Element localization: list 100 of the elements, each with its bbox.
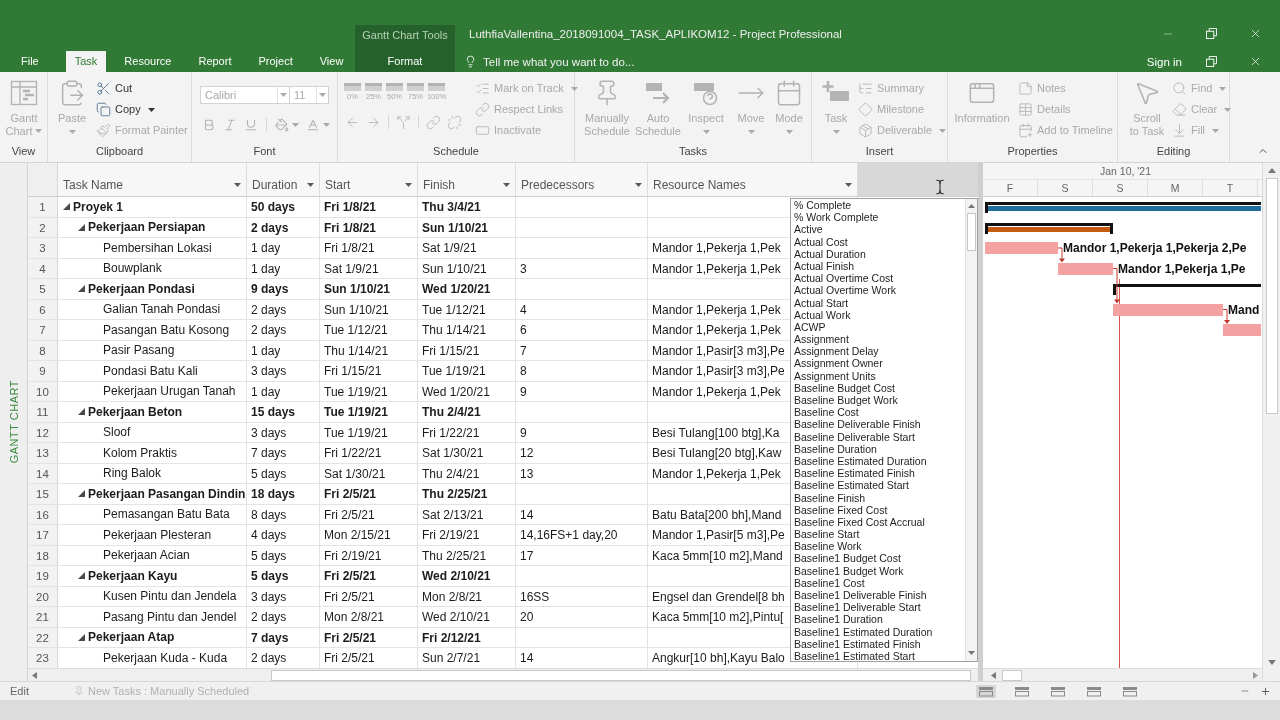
table-cell: Fri 2/12/21 bbox=[418, 627, 516, 647]
collapse-triangle-icon[interactable] bbox=[78, 223, 85, 231]
resource-label: Mandor 1,Pekerja 1,Pekerja 2,Pe bbox=[1063, 241, 1247, 255]
ribbon-tab[interactable]: Format bbox=[378, 51, 432, 72]
task-bar[interactable] bbox=[1113, 303, 1223, 316]
row-number: 12 bbox=[28, 422, 58, 442]
collapse-triangle-icon[interactable] bbox=[78, 633, 85, 641]
scroll-left-icon[interactable] bbox=[32, 671, 37, 679]
view-layout-icon[interactable] bbox=[1120, 684, 1140, 698]
table-cell: Tue 1/19/21 bbox=[320, 402, 418, 422]
view-layout-icon[interactable] bbox=[1012, 684, 1032, 698]
row-number: 5 bbox=[28, 279, 58, 299]
group-label: Clipboard bbox=[95, 144, 144, 159]
table-cell: Sun 1/10/21 bbox=[418, 258, 516, 278]
column-header[interactable]: Start bbox=[320, 163, 418, 196]
table-cell: Thu 2/4/21 bbox=[418, 402, 516, 422]
task-name: Pembersihan Lokasi bbox=[103, 239, 212, 257]
ribbon-button[interactable]: Copy bbox=[96, 99, 188, 120]
collapse-triangle-icon[interactable] bbox=[78, 285, 85, 293]
close-icon[interactable] bbox=[1249, 55, 1262, 68]
task-name: Ring Balok bbox=[103, 465, 162, 483]
task-name: Pekerjaan Beton bbox=[88, 403, 183, 421]
ribbon-tab[interactable]: Project bbox=[249, 51, 302, 72]
split-icon bbox=[396, 114, 411, 130]
ribbon-tab[interactable]: View bbox=[310, 51, 353, 72]
scrollbar-thumb[interactable] bbox=[271, 669, 971, 681]
note-icon bbox=[1018, 81, 1033, 96]
row-number: 22 bbox=[28, 627, 58, 647]
ribbon-tab[interactable]: File bbox=[12, 51, 48, 72]
caret-icon bbox=[747, 130, 755, 134]
table-cell: Wed 1/20/21 bbox=[418, 381, 516, 401]
scrollbar-thumb[interactable] bbox=[1265, 178, 1278, 414]
filter-arrow-icon bbox=[307, 183, 314, 187]
field-option[interactable]: Active bbox=[794, 223, 965, 236]
view-layout-icon[interactable] bbox=[976, 684, 996, 698]
field-option[interactable]: Baseline1 Cost bbox=[794, 576, 965, 589]
field-option[interactable]: Baseline1 Estimated Finish bbox=[794, 637, 965, 650]
summary-bar[interactable] bbox=[1113, 284, 1261, 295]
field-option[interactable]: Actual Overtime Work bbox=[794, 284, 965, 297]
collapse-triangle-icon[interactable] bbox=[78, 572, 85, 580]
scroll-up-icon[interactable] bbox=[1267, 168, 1276, 173]
scroll-down-icon[interactable] bbox=[968, 651, 975, 655]
ribbon-tab[interactable]: Task bbox=[65, 51, 107, 72]
field-option[interactable]: Baseline1 Estimated Duration bbox=[794, 625, 965, 638]
column-header[interactable]: Predecessors bbox=[516, 163, 648, 196]
scroll-left-icon[interactable] bbox=[991, 671, 996, 679]
summary-bar[interactable] bbox=[985, 222, 1113, 234]
row-number: 19 bbox=[28, 566, 58, 586]
sign-in-link[interactable]: Sign in bbox=[1146, 54, 1182, 69]
task-name: Pekerjaan Pondasi bbox=[88, 280, 195, 298]
task-bar[interactable] bbox=[1058, 262, 1113, 275]
resource-label: Mand bbox=[1228, 302, 1260, 317]
collapse-triangle-icon[interactable] bbox=[63, 203, 70, 211]
restore-icon[interactable] bbox=[1206, 56, 1217, 67]
table-cell: Mon 2/15/21 bbox=[320, 525, 418, 545]
close-icon[interactable] bbox=[1249, 27, 1262, 40]
scroll-down-icon[interactable] bbox=[1267, 660, 1276, 665]
table-cell: 6 bbox=[516, 320, 648, 340]
field-option[interactable]: Baseline Cost bbox=[794, 406, 965, 419]
summary-bar[interactable] bbox=[985, 202, 1261, 213]
caret-icon bbox=[1212, 128, 1220, 133]
field-option[interactable]: Baseline1 Budget Work bbox=[794, 564, 965, 577]
ribbon-button[interactable]: Cut bbox=[96, 78, 188, 99]
table-cell: 2 days bbox=[247, 217, 320, 237]
scrollbar-thumb[interactable] bbox=[967, 213, 976, 251]
view-layout-icon[interactable] bbox=[1048, 684, 1068, 698]
collapse-triangle-icon[interactable] bbox=[78, 408, 85, 416]
row-number: 6 bbox=[28, 299, 58, 319]
table-cell: 12 bbox=[516, 443, 648, 463]
field-option[interactable]: % Work Complete bbox=[794, 211, 965, 224]
restore-icon[interactable] bbox=[1206, 28, 1217, 39]
ribbon-tab[interactable]: Resource bbox=[115, 51, 181, 72]
tell-me-field[interactable]: Tell me what you want to do... bbox=[483, 54, 663, 69]
timescale-label: Jan 10, '21 bbox=[1100, 165, 1152, 177]
window-title: LuthfiaVallentina_2018091004_TASK_APLIKOM12 - Project Professional bbox=[469, 27, 842, 41]
scrollbar-thumb[interactable] bbox=[1002, 669, 1022, 681]
table-icon bbox=[1018, 102, 1033, 117]
ribbon-tab[interactable]: Report bbox=[189, 51, 241, 72]
collapse-triangle-icon[interactable] bbox=[78, 490, 85, 498]
table-cell: Tue 1/19/21 bbox=[320, 381, 418, 401]
progress-bar-icon bbox=[344, 83, 361, 91]
link-arrow bbox=[1112, 268, 1120, 304]
task-name: Pekerjaan Atap bbox=[88, 629, 175, 647]
table-cell: 4 days bbox=[247, 525, 320, 545]
table-cell: 4 bbox=[516, 299, 648, 319]
column-header[interactable]: Duration bbox=[247, 163, 320, 196]
zoom-in-icon[interactable] bbox=[1260, 685, 1271, 697]
field-option[interactable]: Baseline Finish bbox=[794, 491, 965, 504]
column-header[interactable]: Finish bbox=[418, 163, 516, 196]
view-layout-icon[interactable] bbox=[1084, 684, 1104, 698]
field-option[interactable]: % Complete bbox=[794, 199, 965, 212]
caret-icon bbox=[280, 93, 287, 97]
row-number: 13 bbox=[28, 443, 58, 463]
scroll-right-icon[interactable] bbox=[1253, 671, 1258, 679]
calendar-plus-icon bbox=[1018, 123, 1033, 138]
table-cell: Fri 2/5/21 bbox=[320, 586, 418, 606]
column-header[interactable]: Task Name bbox=[58, 163, 247, 196]
task-name: Galian Tanah Pondasi bbox=[103, 301, 221, 319]
scroll-up-icon[interactable] bbox=[968, 204, 975, 208]
row-number: 14 bbox=[28, 463, 58, 483]
